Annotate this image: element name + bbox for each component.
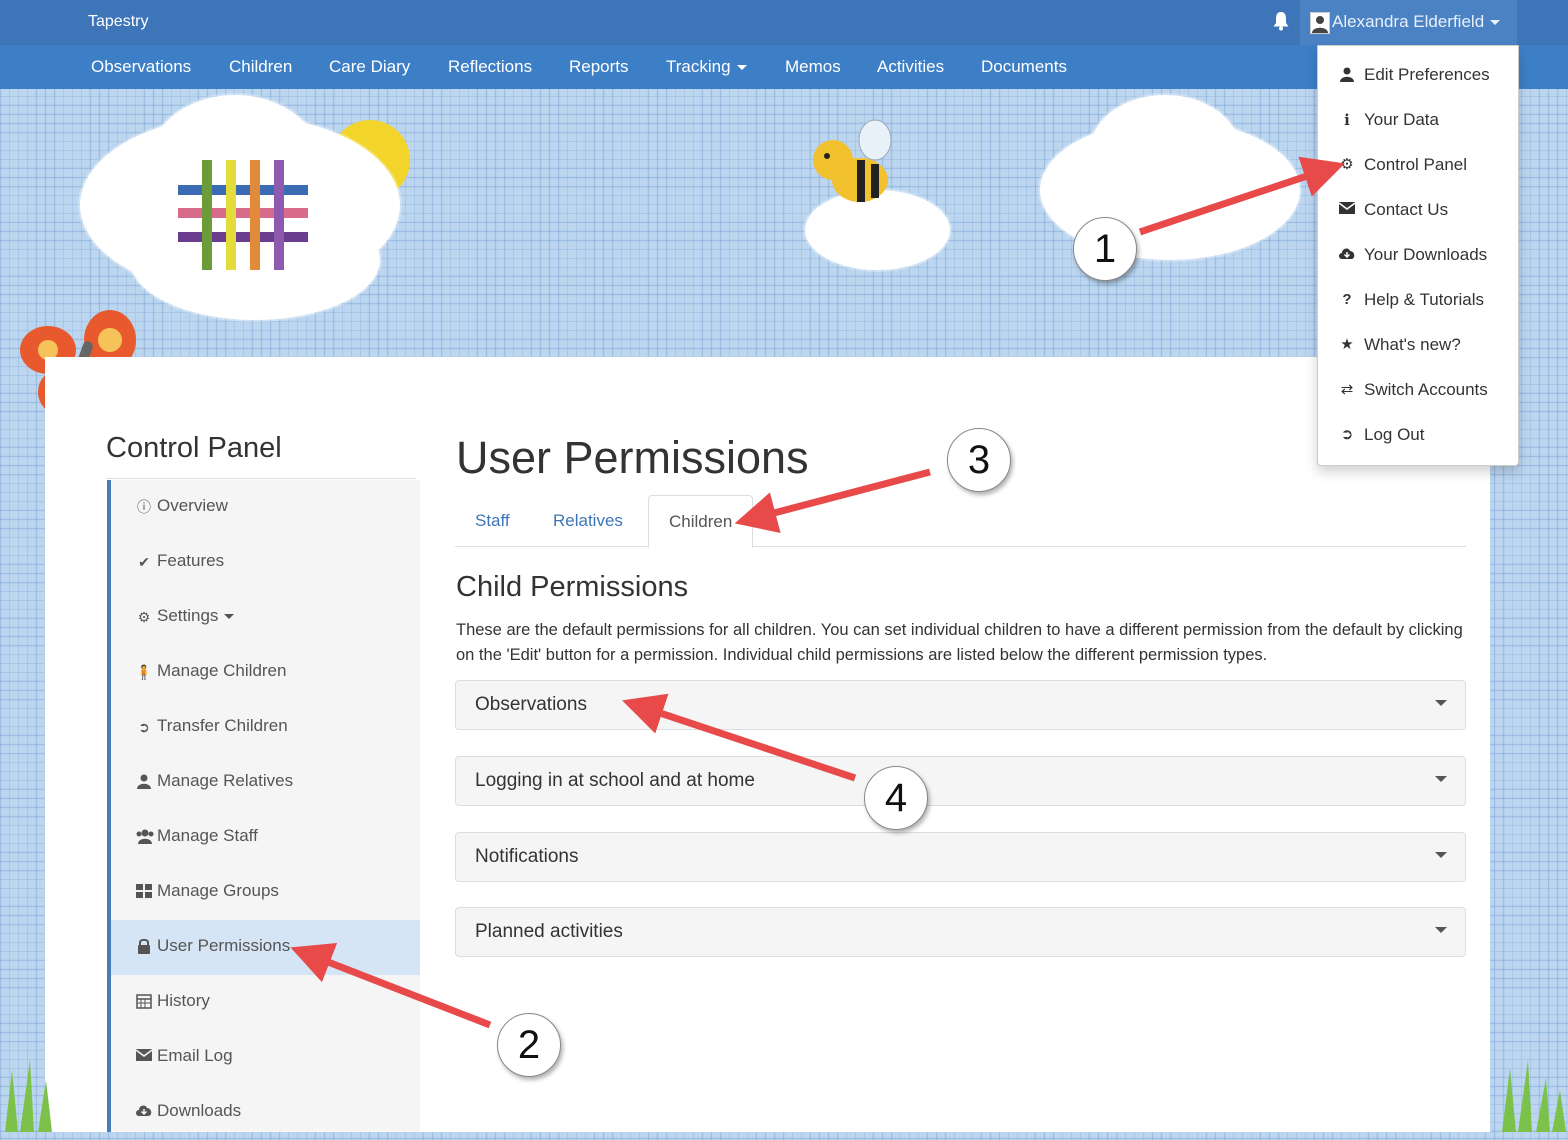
arrow-1 [1138,156,1345,236]
callout-badge: 2 [497,1013,561,1077]
callout-badge: 1 [1073,217,1137,281]
arrow-3 [734,468,931,533]
annotation-arrows [290,156,1345,1029]
arrow-4 [622,693,857,782]
arrow-2 [290,943,492,1029]
callout-badge: 3 [947,428,1011,492]
callout-badge: 4 [864,766,928,830]
